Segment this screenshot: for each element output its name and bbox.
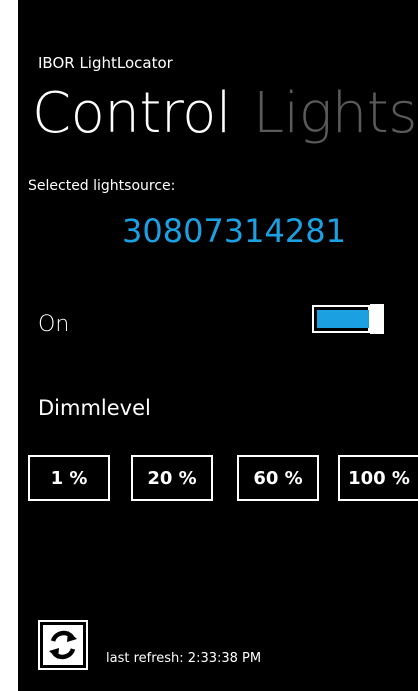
dim-20-percent-button[interactable]: 20 % [131,455,213,501]
pivot-header: Control Lightsource [32,76,418,152]
dim-100-percent-button[interactable]: 100 % [338,455,418,501]
last-refresh-text: last refresh: 2:33:38 PM [106,651,262,666]
pivot-item-control[interactable]: Control [32,81,231,146]
power-toggle-label: On [38,312,70,337]
dimmlevel-label: Dimmlevel [38,396,151,420]
dim-1-percent-button[interactable]: 1 % [28,455,110,501]
phone-screen: IBOR LightLocator Control Lightsource Sel… [18,0,418,691]
app-title: IBOR LightLocator [38,54,173,72]
refresh-icon [43,625,83,665]
selected-lightsource-label: Selected lightsource: [28,178,176,194]
dim-60-percent-button[interactable]: 60 % [237,455,319,501]
pivot-item-lightsource[interactable]: Lightsource [253,81,418,146]
selected-lightsource-value: 30807314281 [122,212,346,250]
power-toggle-switch[interactable] [312,304,388,334]
refresh-button[interactable] [38,620,88,670]
toggle-thumb[interactable] [370,304,384,334]
toggle-fill [317,310,369,328]
